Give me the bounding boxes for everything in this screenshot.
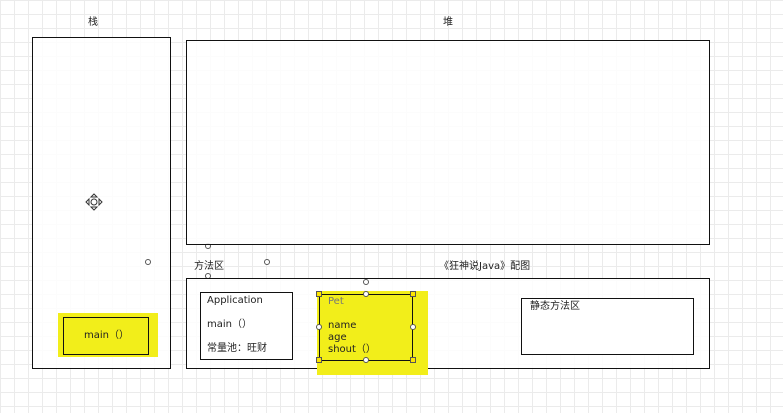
resize-handle[interactable] [410, 324, 416, 330]
heap-box[interactable] [186, 40, 710, 245]
pet-method-shout: shout（） [328, 344, 376, 355]
resize-handle[interactable] [316, 357, 322, 363]
application-title: Application [207, 295, 263, 306]
stack-title: 栈 [88, 17, 98, 28]
move-cursor-icon [85, 193, 103, 211]
rotate-handle[interactable] [363, 279, 369, 285]
resize-handle[interactable] [316, 291, 322, 297]
static-method-area-label: 静态方法区 [530, 301, 580, 312]
constant-pool-label: 常量池：旺财 [207, 343, 267, 354]
resize-handle[interactable] [363, 357, 369, 363]
pet-field-age: age [328, 332, 347, 343]
resize-handle[interactable] [363, 291, 369, 297]
pet-class-box[interactable]: Pet name age shout（） [319, 294, 413, 361]
heap-title: 堆 [443, 17, 453, 28]
resize-handle[interactable] [316, 324, 322, 330]
stack-main-frame[interactable]: main（） [63, 317, 149, 355]
static-method-area-box[interactable]: 静态方法区 [521, 298, 694, 355]
application-class-box[interactable]: Application main（） 常量池：旺财 [200, 292, 293, 360]
resize-handle[interactable] [410, 291, 416, 297]
resize-handle[interactable] [410, 357, 416, 363]
application-main-method: main（） [207, 319, 252, 330]
pet-title: Pet [328, 296, 344, 307]
figure-caption: 《狂神说Java》配图 [439, 261, 531, 272]
connection-point[interactable] [145, 259, 151, 265]
pet-field-name: name [328, 320, 357, 331]
main-frame-label: main（） [84, 330, 129, 341]
connection-point[interactable] [264, 259, 270, 265]
method-area-title: 方法区 [194, 261, 224, 272]
